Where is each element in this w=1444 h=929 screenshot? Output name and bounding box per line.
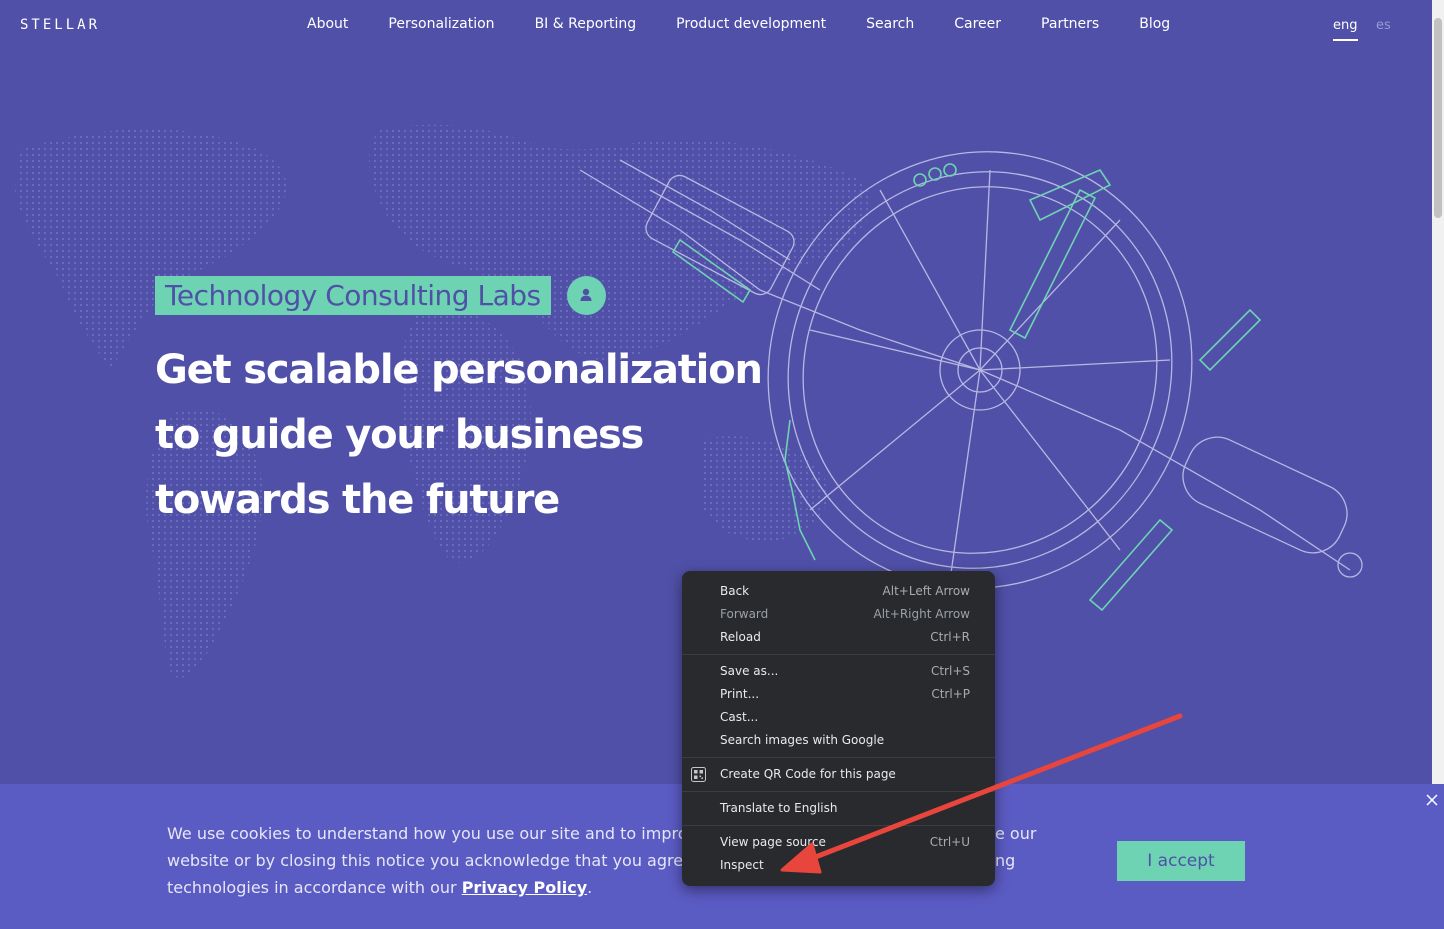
- accept-cookies-button[interactable]: I accept: [1117, 841, 1245, 881]
- menu-separator: [682, 654, 995, 655]
- close-icon[interactable]: [1424, 792, 1440, 808]
- language-es[interactable]: es: [1376, 18, 1391, 33]
- cookie-line-1: We use cookies to understand how you use…: [167, 824, 688, 843]
- nav-item-about[interactable]: About: [307, 16, 348, 36]
- menu-item-print[interactable]: Print... Ctrl+P: [682, 683, 995, 706]
- stellar-logo[interactable]: STELLAR: [20, 17, 100, 33]
- qr-code-icon: [691, 767, 706, 782]
- menu-item-label: Forward: [720, 607, 769, 621]
- menu-item-label: Reload: [720, 630, 761, 644]
- menu-separator: [682, 757, 995, 758]
- cookie-line-1-tail: e our: [995, 824, 1037, 843]
- menu-item-shortcut: Ctrl+P: [931, 687, 970, 701]
- headline-line-1: Get scalable personalization: [155, 347, 763, 393]
- headline-line-2: to guide your business: [155, 412, 644, 458]
- hero-tag-row: Technology Consulting Labs: [155, 275, 606, 315]
- menu-item-label: Inspect: [720, 858, 764, 872]
- language-eng[interactable]: eng: [1333, 18, 1358, 41]
- menu-item-label: Create QR Code for this page: [720, 767, 896, 781]
- menu-item-view-page-source[interactable]: View page source Ctrl+U: [682, 831, 995, 854]
- menu-item-save-as[interactable]: Save as... Ctrl+S: [682, 660, 995, 683]
- hero-headline: Get scalable personalization to guide yo…: [155, 338, 763, 533]
- menu-item-label: Search images with Google: [720, 733, 885, 747]
- menu-item-search-images[interactable]: Search images with Google: [682, 729, 995, 752]
- nav-item-personalization[interactable]: Personalization: [388, 16, 494, 36]
- menu-item-cast[interactable]: Cast...: [682, 706, 995, 729]
- menu-item-label: View page source: [720, 835, 826, 849]
- nav-item-blog[interactable]: Blog: [1139, 16, 1170, 36]
- site-header: STELLAR About Personalization BI & Repor…: [0, 0, 1432, 50]
- menu-item-shortcut: Ctrl+S: [930, 664, 970, 678]
- cookie-line-2: website or by closing this notice you ac…: [167, 851, 693, 870]
- menu-item-shortcut: Ctrl+U: [929, 835, 970, 849]
- menu-item-shortcut: Ctrl+R: [930, 630, 970, 644]
- menu-item-create-qr-code[interactable]: Create QR Code for this page: [682, 763, 995, 786]
- nav-item-career[interactable]: Career: [954, 16, 1001, 36]
- menu-item-translate[interactable]: Translate to English: [682, 797, 995, 820]
- menu-item-reload[interactable]: Reload Ctrl+R: [682, 626, 995, 649]
- headline-line-3: towards the future: [155, 477, 560, 523]
- cookie-line-2-tail: ng: [995, 851, 1016, 870]
- privacy-policy-link[interactable]: Privacy Policy: [462, 878, 587, 897]
- menu-item-label: Save as...: [720, 664, 779, 678]
- menu-item-inspect[interactable]: Inspect: [682, 854, 995, 877]
- nav-item-search[interactable]: Search: [866, 16, 914, 36]
- nav-item-bi-reporting[interactable]: BI & Reporting: [535, 16, 637, 36]
- menu-item-back[interactable]: Back Alt+Left Arrow: [682, 580, 995, 603]
- menu-item-shortcut: Alt+Right Arrow: [873, 607, 970, 621]
- cookie-line-3-suffix: .: [587, 878, 593, 897]
- menu-item-label: Print...: [720, 687, 760, 701]
- browser-context-menu: Back Alt+Left Arrow Forward Alt+Right Ar…: [682, 571, 995, 886]
- nav-item-partners[interactable]: Partners: [1041, 16, 1099, 36]
- nav-item-product-development[interactable]: Product development: [676, 16, 826, 36]
- menu-item-label: Translate to English: [720, 801, 838, 815]
- scrollbar-thumb[interactable]: [1434, 18, 1442, 218]
- menu-item-label: Back: [720, 584, 750, 598]
- cookie-line-3: technologies in accordance with our: [167, 878, 462, 897]
- user-icon[interactable]: [566, 275, 606, 315]
- hero-tag: Technology Consulting Labs: [155, 275, 551, 315]
- menu-item-shortcut: Alt+Left Arrow: [882, 584, 970, 598]
- menu-item-label: Cast...: [720, 710, 759, 724]
- menu-separator: [682, 791, 995, 792]
- menu-item-forward: Forward Alt+Right Arrow: [682, 603, 995, 626]
- menu-separator: [682, 825, 995, 826]
- main-nav: About Personalization BI & Reporting Pro…: [287, 16, 1170, 36]
